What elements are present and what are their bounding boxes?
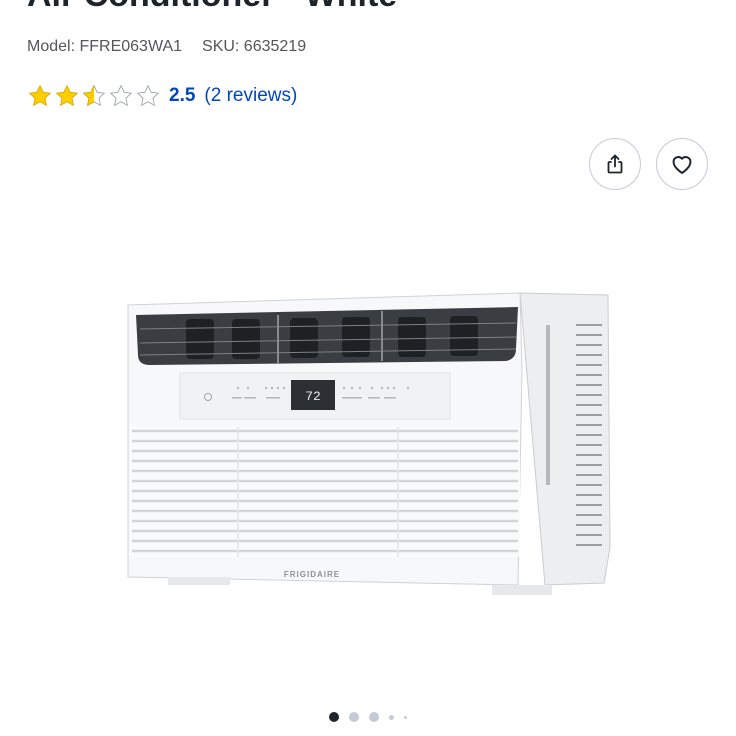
reviews-link[interactable]: (2 reviews) — [204, 85, 297, 107]
brand-logo: FRIGIDAIRE — [284, 570, 340, 579]
carousel-dot[interactable] — [389, 714, 394, 720]
carousel-dot[interactable] — [404, 715, 407, 719]
rating-value: 2.5 — [169, 85, 196, 106]
share-button[interactable] — [589, 138, 641, 190]
product-title: Air Conditioner - White — [27, 0, 397, 12]
carousel-dot[interactable] — [329, 712, 339, 722]
carousel-dot[interactable] — [349, 712, 359, 722]
temperature-display: 72 — [305, 389, 321, 404]
star-full-icon — [28, 84, 52, 107]
star-empty-icon — [136, 84, 160, 107]
save-favorite-button[interactable] — [656, 138, 708, 190]
share-icon — [607, 154, 623, 174]
sku-number: SKU: 6635219 — [202, 38, 307, 55]
product-image[interactable]: 72 FRIGIDAIRE — [120, 285, 620, 615]
star-full-icon — [55, 84, 79, 107]
rating-summary[interactable]: 2.5 (2 reviews) — [27, 83, 297, 109]
star-half-icon — [82, 84, 106, 107]
model-number: Model: FFRE063WA1 — [27, 38, 183, 55]
star-empty-icon — [109, 84, 133, 107]
rating-stars — [27, 83, 161, 109]
carousel-dot[interactable] — [369, 712, 379, 722]
heart-icon — [672, 156, 692, 174]
carousel-indicator — [0, 712, 736, 722]
product-meta: Model: FFRE063WA1 SKU: 6635219 — [27, 38, 306, 56]
